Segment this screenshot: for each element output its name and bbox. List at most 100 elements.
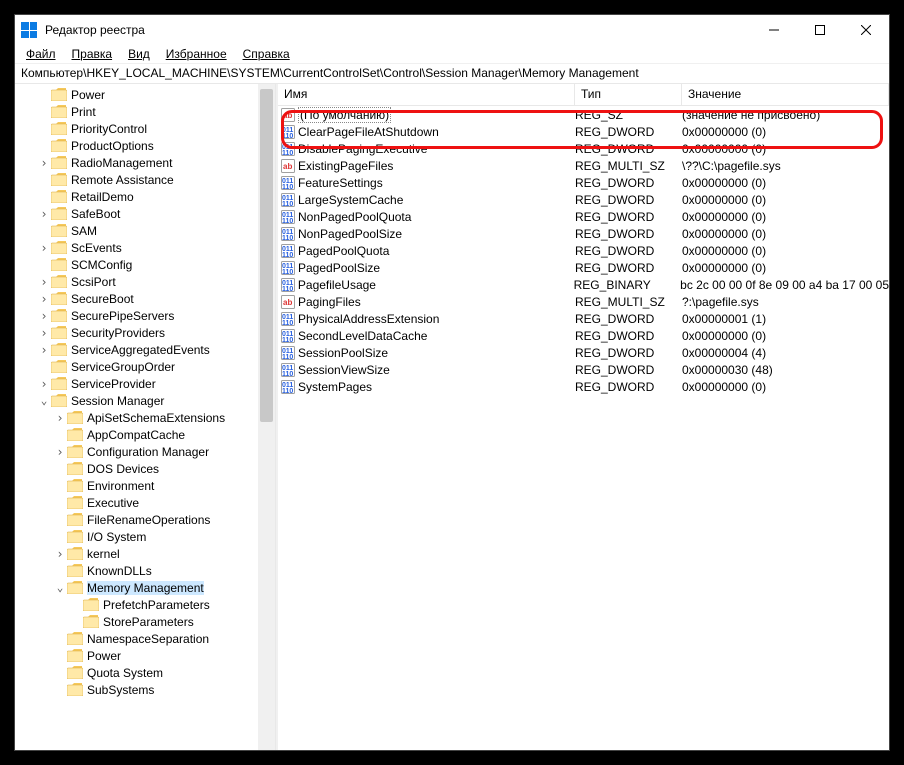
list-row[interactable]: 011110SessionViewSizeREG_DWORD0x00000030…: [278, 361, 889, 378]
tree-item[interactable]: SafeBoot: [15, 205, 275, 222]
value-type: REG_MULTI_SZ: [575, 159, 682, 173]
tree-item[interactable]: ScsiPort: [15, 273, 275, 290]
column-header[interactable]: Имя Тип Значение: [278, 84, 889, 106]
value-name: ClearPageFileAtShutdown: [298, 125, 575, 139]
tree-item[interactable]: SecurePipeServers: [15, 307, 275, 324]
list-pane[interactable]: Имя Тип Значение ab(По умолчанию)REG_SZ(…: [278, 84, 889, 750]
value-name: (По умолчанию): [298, 108, 575, 122]
tree-item[interactable]: ServiceGroupOrder: [15, 358, 275, 375]
tree-item[interactable]: Power: [15, 647, 275, 664]
tree-item[interactable]: StoreParameters: [15, 613, 275, 630]
tree-item[interactable]: RadioManagement: [15, 154, 275, 171]
list-row[interactable]: abPagingFilesREG_MULTI_SZ?:\pagefile.sys: [278, 293, 889, 310]
tree-item[interactable]: Quota System: [15, 664, 275, 681]
tree-item[interactable]: ProductOptions: [15, 137, 275, 154]
value-name: PhysicalAddressExtension: [298, 312, 575, 326]
minimize-button[interactable]: [751, 15, 797, 45]
list-row[interactable]: ab(По умолчанию)REG_SZ(значение не присв…: [278, 106, 889, 123]
list-row[interactable]: 011110ClearPageFileAtShutdownREG_DWORD0x…: [278, 123, 889, 140]
column-value[interactable]: Значение: [682, 84, 889, 105]
tree-item[interactable]: I/O System: [15, 528, 275, 545]
list-row[interactable]: 011110PagefileUsageREG_BINARYbc 2c 00 00…: [278, 276, 889, 293]
folder-icon: [67, 411, 83, 424]
list-row[interactable]: 011110NonPagedPoolSizeREG_DWORD0x0000000…: [278, 225, 889, 242]
tree-item[interactable]: ServiceAggregatedEvents: [15, 341, 275, 358]
tree-item[interactable]: SAM: [15, 222, 275, 239]
tree-item[interactable]: Environment: [15, 477, 275, 494]
svg-text:110: 110: [282, 184, 293, 191]
list-row[interactable]: 011110PhysicalAddressExtensionREG_DWORD0…: [278, 310, 889, 327]
tree-item[interactable]: RetailDemo: [15, 188, 275, 205]
tree-item[interactable]: ServiceProvider: [15, 375, 275, 392]
titlebar[interactable]: Редактор реестра: [15, 15, 889, 45]
column-name[interactable]: Имя: [278, 84, 575, 105]
folder-icon: [83, 598, 99, 611]
value-name: SystemPages: [298, 380, 575, 394]
tree-item-label: Quota System: [87, 666, 163, 680]
list-row[interactable]: 011110LargeSystemCacheREG_DWORD0x0000000…: [278, 191, 889, 208]
folder-icon: [51, 275, 67, 288]
column-type[interactable]: Тип: [575, 84, 682, 105]
address-bar[interactable]: Компьютер\HKEY_LOCAL_MACHINE\SYSTEM\Curr…: [15, 64, 889, 84]
list-row[interactable]: 011110FeatureSettingsREG_DWORD0x00000000…: [278, 174, 889, 191]
tree-item[interactable]: ApiSetSchemaExtensions: [15, 409, 275, 426]
tree-item-label: Remote Assistance: [71, 173, 174, 187]
menu-избранное[interactable]: Избранное: [159, 46, 234, 62]
value-type: REG_DWORD: [575, 380, 682, 394]
value-type: REG_DWORD: [575, 329, 682, 343]
value-data: 0x00000004 (4): [682, 346, 889, 360]
tree-item[interactable]: DOS Devices: [15, 460, 275, 477]
tree-item[interactable]: SecureBoot: [15, 290, 275, 307]
tree-item[interactable]: Power: [15, 86, 275, 103]
tree-item[interactable]: Remote Assistance: [15, 171, 275, 188]
list-row[interactable]: 011110PagedPoolSizeREG_DWORD0x00000000 (…: [278, 259, 889, 276]
tree-item[interactable]: FileRenameOperations: [15, 511, 275, 528]
binary-icon: 011110: [278, 192, 298, 208]
tree-item[interactable]: AppCompatCache: [15, 426, 275, 443]
tree-item[interactable]: PrefetchParameters: [15, 596, 275, 613]
tree-item-label: Executive: [87, 496, 139, 510]
tree-item[interactable]: Executive: [15, 494, 275, 511]
tree-item-label: PrefetchParameters: [103, 598, 210, 612]
tree-item[interactable]: Print: [15, 103, 275, 120]
tree-item-label: ApiSetSchemaExtensions: [87, 411, 225, 425]
value-type: REG_DWORD: [575, 193, 682, 207]
list-row[interactable]: 011110DisablePagingExecutiveREG_DWORD0x0…: [278, 140, 889, 157]
folder-icon: [51, 292, 67, 305]
tree-item[interactable]: NamespaceSeparation: [15, 630, 275, 647]
tree-item[interactable]: Memory Management: [15, 579, 275, 596]
list-row[interactable]: 011110SystemPagesREG_DWORD0x00000000 (0): [278, 378, 889, 395]
menu-вид[interactable]: Вид: [121, 46, 157, 62]
tree-scrollbar[interactable]: [258, 84, 275, 750]
svg-text:110: 110: [282, 269, 293, 276]
tree-item[interactable]: SecurityProviders: [15, 324, 275, 341]
list-row[interactable]: 011110SecondLevelDataCacheREG_DWORD0x000…: [278, 327, 889, 344]
menu-файл[interactable]: Файл: [19, 46, 63, 62]
list-row[interactable]: 011110PagedPoolQuotaREG_DWORD0x00000000 …: [278, 242, 889, 259]
tree-item-label: ServiceAggregatedEvents: [71, 343, 210, 357]
list-row[interactable]: 011110SessionPoolSizeREG_DWORD0x00000004…: [278, 344, 889, 361]
list-row[interactable]: abExistingPageFilesREG_MULTI_SZ\??\C:\pa…: [278, 157, 889, 174]
maximize-button[interactable]: [797, 15, 843, 45]
tree-item[interactable]: Session Manager: [15, 392, 275, 409]
tree-item[interactable]: SCMConfig: [15, 256, 275, 273]
tree-item[interactable]: kernel: [15, 545, 275, 562]
tree-item[interactable]: ScEvents: [15, 239, 275, 256]
tree-item-label: Power: [87, 649, 121, 663]
binary-icon: 011110: [278, 311, 298, 327]
tree-pane[interactable]: PowerPrintPriorityControlProductOptionsR…: [15, 84, 276, 750]
menu-правка[interactable]: Правка: [65, 46, 120, 62]
tree-item[interactable]: Configuration Manager: [15, 443, 275, 460]
tree-item[interactable]: KnownDLLs: [15, 562, 275, 579]
list-row[interactable]: 011110NonPagedPoolQuotaREG_DWORD0x000000…: [278, 208, 889, 225]
tree-item-label: ServiceGroupOrder: [71, 360, 175, 374]
svg-text:ab: ab: [283, 111, 292, 120]
menu-справка[interactable]: Справка: [236, 46, 297, 62]
value-type: REG_DWORD: [575, 210, 682, 224]
value-data: bc 2c 00 00 0f 8e 09 00 a4 ba 17 00 05: [680, 278, 889, 292]
tree-item[interactable]: PriorityControl: [15, 120, 275, 137]
tree-item[interactable]: SubSystems: [15, 681, 275, 698]
tree-item-label: SecureBoot: [71, 292, 134, 306]
window-title: Редактор реестра: [45, 23, 751, 37]
close-button[interactable]: [843, 15, 889, 45]
